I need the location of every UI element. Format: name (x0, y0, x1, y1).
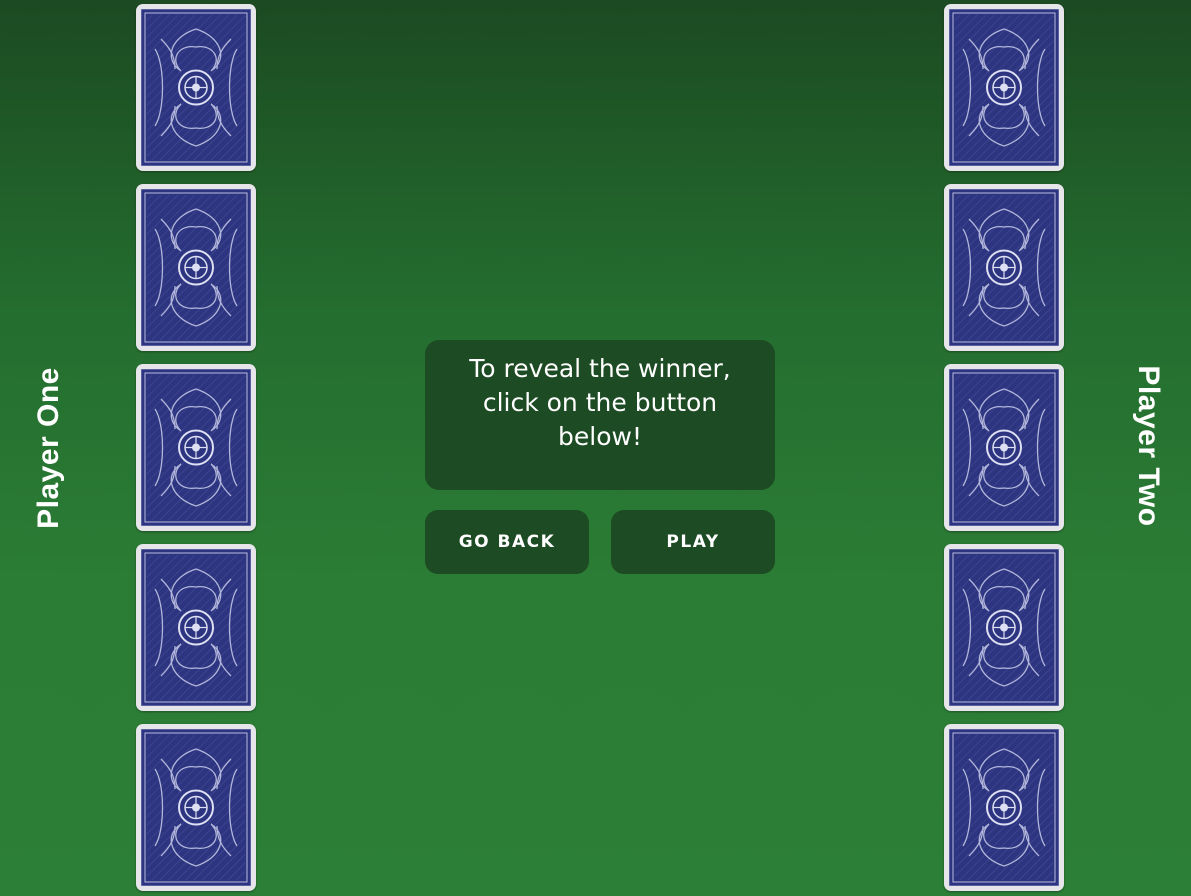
card-back-pattern-icon (141, 369, 251, 526)
player-two-card[interactable] (944, 724, 1064, 891)
player-two-card[interactable] (944, 364, 1064, 531)
player-one-label: Player One (32, 367, 65, 529)
player-one-card[interactable] (136, 4, 256, 171)
card-back-pattern-icon (141, 189, 251, 346)
player-two-label: Player Two (1132, 365, 1165, 527)
card-back-pattern-icon (949, 9, 1059, 166)
card-back-pattern-icon (141, 549, 251, 706)
go-back-button[interactable]: GO BACK (425, 510, 589, 574)
player-two-card[interactable] (944, 184, 1064, 351)
play-button[interactable]: PLAY (611, 510, 775, 574)
card-back-pattern-icon (949, 549, 1059, 706)
winner-reveal-message: To reveal the winner, click on the butto… (425, 340, 775, 490)
card-back-pattern-icon (949, 729, 1059, 886)
player-two-card[interactable] (944, 4, 1064, 171)
card-back-pattern-icon (141, 729, 251, 886)
card-back-pattern-icon (141, 9, 251, 166)
player-two-card[interactable] (944, 544, 1064, 711)
player-one-hand (136, 4, 256, 896)
card-back-pattern-icon (949, 189, 1059, 346)
player-one-card[interactable] (136, 364, 256, 531)
card-back-pattern-icon (949, 369, 1059, 526)
player-one-card[interactable] (136, 724, 256, 891)
player-one-card[interactable] (136, 544, 256, 711)
player-one-card[interactable] (136, 184, 256, 351)
player-two-hand (944, 4, 1064, 896)
